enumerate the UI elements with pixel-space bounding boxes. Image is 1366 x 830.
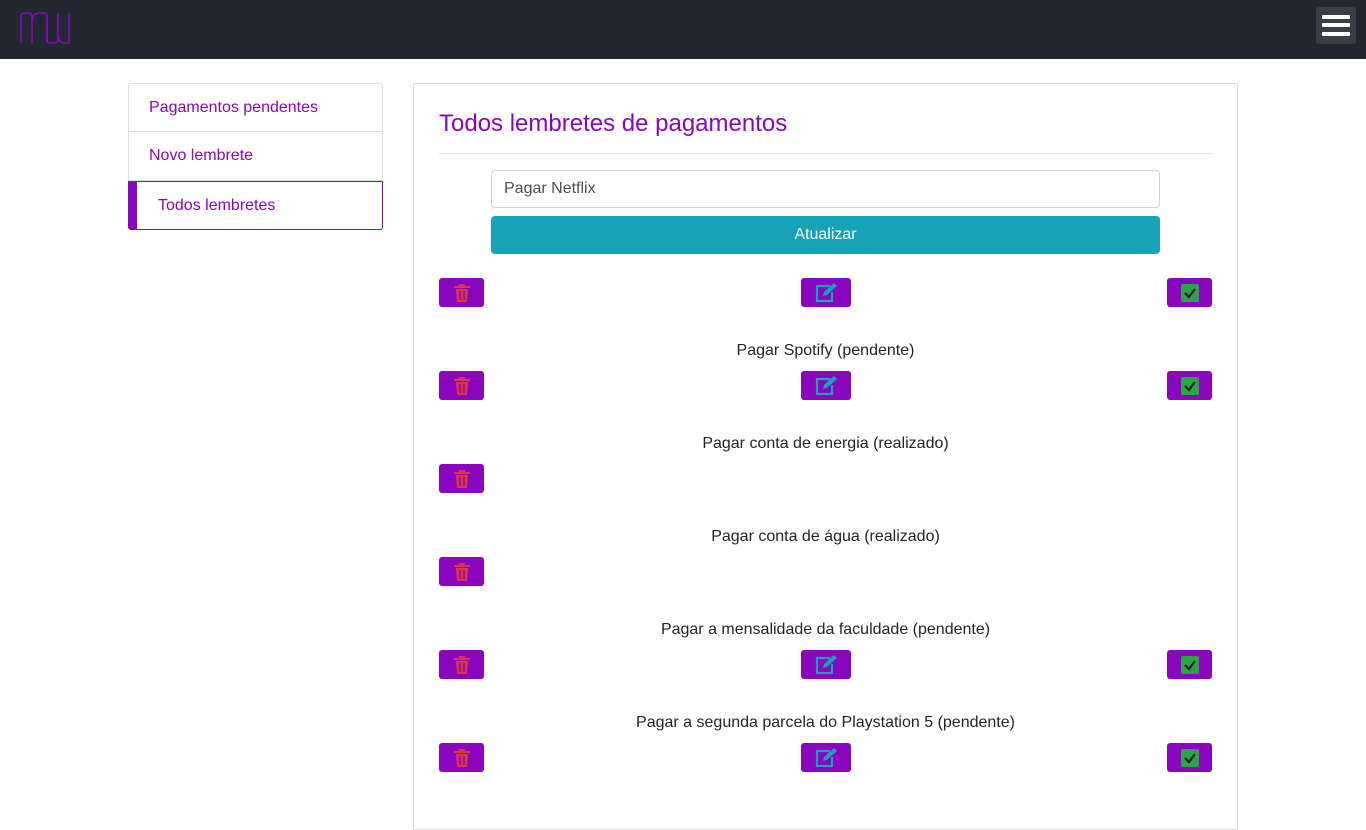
reminders-card: Todos lembretes de pagamentos Atualizar … bbox=[413, 83, 1238, 830]
mark-paid-button[interactable] bbox=[1167, 650, 1212, 679]
trash-icon bbox=[453, 283, 470, 302]
mark-paid-button[interactable] bbox=[1167, 278, 1212, 307]
update-button[interactable]: Atualizar bbox=[491, 216, 1160, 254]
nu-logo-icon[interactable] bbox=[19, 12, 71, 44]
delete-button[interactable] bbox=[439, 371, 484, 400]
check-square-icon bbox=[1180, 376, 1199, 395]
hamburger-menu-icon[interactable] bbox=[1316, 7, 1356, 44]
check-square-icon bbox=[1180, 283, 1199, 302]
menu-bar bbox=[1322, 23, 1350, 27]
mark-paid-button[interactable] bbox=[1167, 371, 1212, 400]
reminder-text: Pagar conta de energia (realizado) bbox=[702, 435, 949, 452]
sidebar-item-pagamentos-pendentes[interactable]: Pagamentos pendentes bbox=[128, 83, 383, 132]
edit-icon bbox=[815, 282, 837, 302]
reminder-text: Pagar Spotify (pendente) bbox=[736, 342, 915, 359]
mark-paid-button[interactable] bbox=[1167, 743, 1212, 772]
page-title: Todos lembretes de pagamentos bbox=[439, 110, 788, 137]
sidebar-item-todos-lembretes[interactable]: Todos lembretes bbox=[128, 181, 383, 230]
delete-button[interactable] bbox=[439, 650, 484, 679]
trash-icon bbox=[453, 655, 470, 674]
delete-button[interactable] bbox=[439, 278, 484, 307]
menu-bar bbox=[1322, 32, 1350, 36]
sidebar-item-novo-lembrete[interactable]: Novo lembrete bbox=[128, 132, 383, 181]
trash-icon bbox=[453, 562, 470, 581]
edit-icon bbox=[815, 375, 837, 395]
reminder-edit-input[interactable] bbox=[491, 170, 1160, 208]
check-square-icon bbox=[1180, 748, 1199, 767]
trash-icon bbox=[453, 748, 470, 767]
edit-button[interactable] bbox=[801, 743, 851, 772]
edit-button[interactable] bbox=[801, 371, 851, 400]
divider bbox=[439, 153, 1212, 154]
reminder-text: Pagar a mensalidade da faculdade (penden… bbox=[660, 621, 991, 638]
reminder-text: Pagar conta de água (realizado) bbox=[711, 528, 940, 545]
trash-icon bbox=[453, 376, 470, 395]
top-navbar bbox=[0, 0, 1366, 59]
delete-button[interactable] bbox=[439, 557, 484, 586]
edit-button[interactable] bbox=[801, 650, 851, 679]
edit-button[interactable] bbox=[801, 278, 851, 307]
delete-button[interactable] bbox=[439, 464, 484, 493]
reminder-text: Pagar a segunda parcela do Playstation 5… bbox=[636, 714, 1015, 731]
edit-icon bbox=[815, 654, 837, 674]
menu-bar bbox=[1322, 15, 1350, 19]
trash-icon bbox=[453, 469, 470, 488]
sidebar-nav: Pagamentos pendentes Novo lembrete Todos… bbox=[128, 83, 383, 230]
check-square-icon bbox=[1180, 655, 1199, 674]
delete-button[interactable] bbox=[439, 743, 484, 772]
edit-icon bbox=[815, 747, 837, 767]
